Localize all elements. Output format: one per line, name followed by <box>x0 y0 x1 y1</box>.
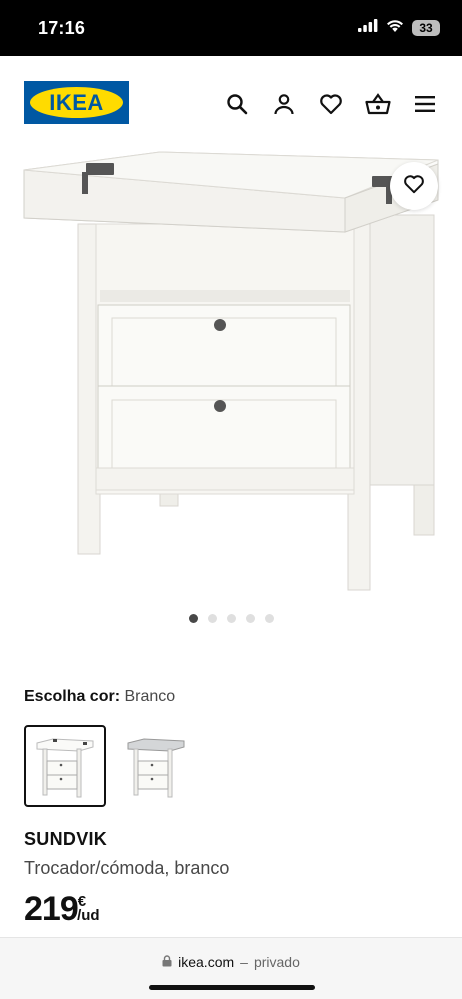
carousel-dot[interactable] <box>264 614 274 623</box>
product-name: SUNDVIK <box>24 829 108 849</box>
status-time: 17:16 <box>38 18 86 38</box>
heart-icon[interactable] <box>317 90 344 117</box>
carousel-dot[interactable] <box>226 614 236 623</box>
url-separator: – <box>240 954 248 970</box>
address-bar[interactable]: ikea.com – privado <box>0 954 462 970</box>
product-price: 219 € /ud <box>24 890 100 928</box>
price-unit: /ud <box>77 907 100 924</box>
logo-text: IKEA <box>30 87 123 118</box>
basket-icon[interactable] <box>364 90 391 117</box>
image-carousel-indicator <box>0 614 462 623</box>
site-header: IKEA <box>0 56 462 150</box>
private-mode-label: privado <box>253 954 300 970</box>
lock-icon <box>162 954 172 970</box>
carousel-dot[interactable] <box>245 614 255 623</box>
menu-icon[interactable] <box>411 90 438 117</box>
home-indicator <box>149 985 315 990</box>
grey-variant-thumbnail <box>127 738 185 798</box>
changing-table-illustration <box>23 151 439 591</box>
url-domain: ikea.com <box>178 954 235 970</box>
ikea-logo[interactable]: IKEA <box>24 81 129 124</box>
product-image[interactable] <box>0 150 462 600</box>
carousel-dot[interactable] <box>207 614 217 623</box>
color-swatch-white[interactable] <box>24 725 106 807</box>
price-amount: 219 <box>24 890 79 928</box>
carousel-dot[interactable] <box>188 614 198 623</box>
product-description: Trocador/cómoda, branco <box>24 858 230 878</box>
signal-icon <box>358 19 378 37</box>
user-icon[interactable] <box>270 90 297 117</box>
status-icons: 33 <box>358 19 440 37</box>
white-variant-thumbnail <box>36 738 94 798</box>
battery-level: 33 <box>412 20 440 36</box>
color-swatch-grey[interactable] <box>115 725 197 807</box>
color-value: Branco <box>124 688 176 705</box>
search-icon[interactable] <box>223 90 250 117</box>
add-to-favourites-button[interactable] <box>390 162 438 210</box>
wifi-icon <box>386 19 404 37</box>
color-label-text: Escolha cor: <box>24 688 121 705</box>
heart-icon <box>403 174 425 199</box>
color-selector-label: Escolha cor: Branco <box>24 688 175 706</box>
status-bar: 17:16 33 <box>0 0 462 56</box>
browser-bottom-bar: ikea.com – privado <box>0 937 462 999</box>
header-actions <box>223 90 438 117</box>
